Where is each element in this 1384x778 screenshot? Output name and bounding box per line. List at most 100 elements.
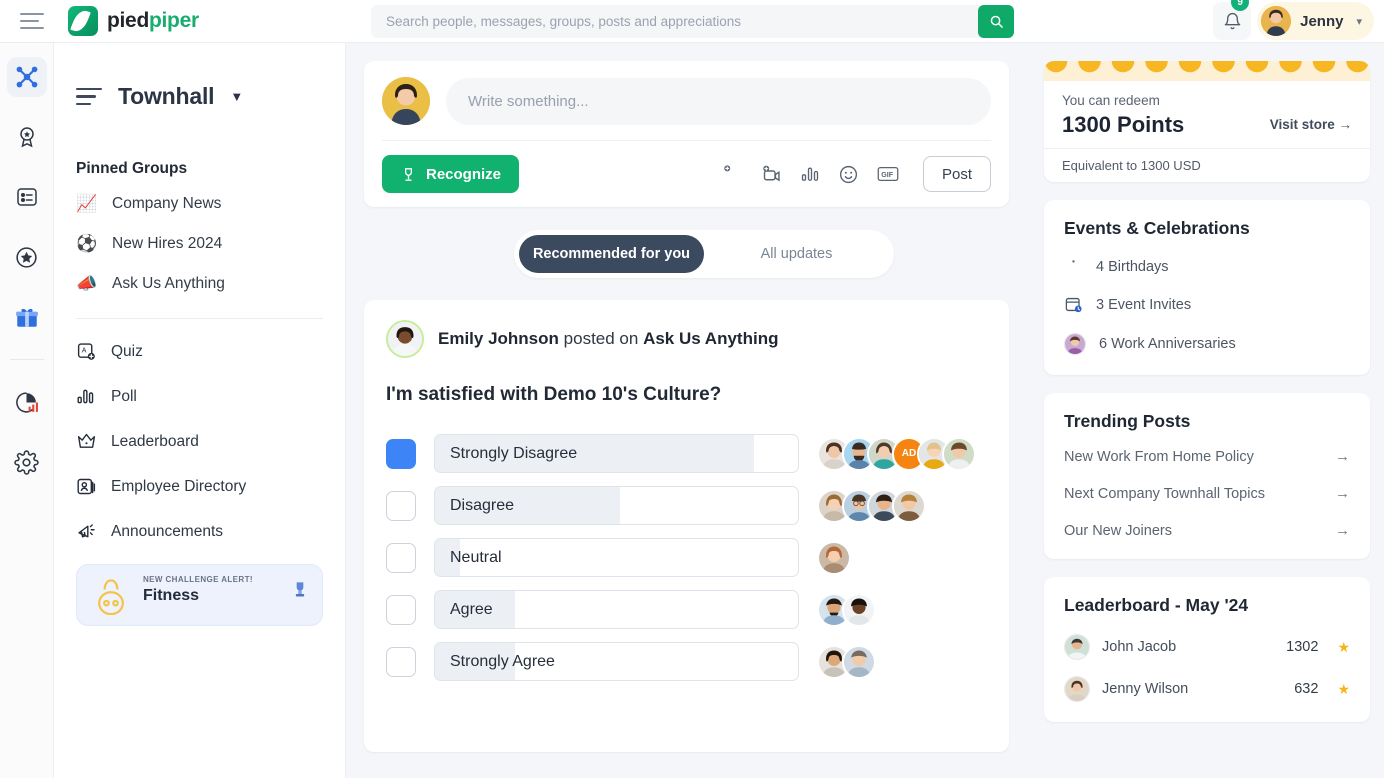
event-label: 4 Birthdays <box>1096 258 1169 275</box>
avatar <box>1261 6 1292 36</box>
arrow-right-icon: → <box>1335 448 1350 465</box>
voter-avatars[interactable]: AD <box>817 436 976 471</box>
poll-options: Strongly Disagree AD Disagree Neutral Ag… <box>386 434 987 681</box>
poll-option-row: Agree <box>386 590 987 629</box>
sidebar-item-announcements[interactable]: Announcements <box>76 521 323 542</box>
poll-bar-agree[interactable]: Agree <box>434 590 799 629</box>
townhall-header[interactable]: Townhall ▼ <box>76 43 323 110</box>
event-item-anniversaries[interactable]: 6 Work Anniversaries <box>1064 333 1350 355</box>
poll-option-row: Strongly Agree <box>386 642 987 681</box>
sidebar-item-label: Leaderboard <box>111 432 199 450</box>
tab-all-updates[interactable]: All updates <box>704 235 889 273</box>
chevron-down-icon[interactable]: ▼ <box>230 89 243 104</box>
trending-card: Trending Posts New Work From Home Policy… <box>1044 393 1370 559</box>
trophy-glyph <box>295 582 305 597</box>
poll-icon[interactable] <box>800 164 820 184</box>
search-icon <box>990 15 1003 28</box>
sidebar-item-leaderboard[interactable]: Leaderboard <box>76 431 323 452</box>
voter-avatars[interactable] <box>817 644 876 679</box>
composer-divider <box>382 140 991 141</box>
event-label: 6 Work Anniversaries <box>1099 336 1236 352</box>
add-video-icon[interactable] <box>761 164 782 185</box>
post-button[interactable]: Post <box>922 156 991 192</box>
trending-up-icon: 📈 <box>76 194 98 213</box>
poll-bar-disagree[interactable]: Disagree <box>434 486 799 525</box>
poll-checkbox-strongly-disagree[interactable] <box>386 438 416 469</box>
tab-recommended[interactable]: Recommended for you <box>519 235 704 273</box>
leaderboard-row[interactable]: John Jacob 1302 ★ <box>1064 634 1350 660</box>
rail-item-list[interactable] <box>7 177 47 217</box>
poll-option-label: Strongly Disagree <box>450 445 578 462</box>
points-card: You can redeem 1300 Points Visit store →… <box>1044 61 1370 182</box>
brand-logo[interactable]: piedpiper <box>68 6 199 36</box>
challenge-alert-label: NEW CHALLENGE ALERT! <box>143 575 253 584</box>
rail-item-gift[interactable] <box>7 297 47 337</box>
user-menu[interactable]: Jenny ▾ <box>1257 2 1374 40</box>
leaderboard-row[interactable]: Jenny Wilson 632 ★ <box>1064 676 1350 702</box>
poll-checkbox-strongly-agree[interactable] <box>386 646 416 677</box>
rail-item-network[interactable] <box>6 57 47 97</box>
rail-item-badge[interactable] <box>7 117 47 157</box>
group-item-ask-us-anything[interactable]: 📣 Ask Us Anything <box>76 274 323 294</box>
post-action-text: posted on <box>563 329 639 348</box>
sidebar-item-employee-directory[interactable]: Employee Directory <box>76 476 323 497</box>
event-item-invites[interactable]: 3 Event Invites <box>1064 295 1350 314</box>
poll-option-label: Disagree <box>450 497 515 514</box>
brand-text: piedpiper <box>107 9 199 33</box>
challenge-card[interactable]: NEW CHALLENGE ALERT! Fitness <box>76 564 323 626</box>
notifications-button[interactable]: 9 <box>1213 0 1252 40</box>
rail-item-settings[interactable] <box>7 442 47 482</box>
poll-bar-strongly-disagree[interactable]: Strongly Disagree <box>434 434 799 473</box>
trending-item[interactable]: New Work From Home Policy → <box>1064 448 1350 465</box>
post-group-name: Ask Us Anything <box>643 329 779 348</box>
leaderboard-name: Jenny Wilson <box>1102 681 1189 697</box>
recognize-button[interactable]: Recognize <box>382 155 520 193</box>
search-input[interactable] <box>371 5 1014 38</box>
group-item-new-hires[interactable]: ⚽ New Hires 2024 <box>76 234 323 254</box>
add-photo-icon[interactable] <box>722 164 743 185</box>
sidebar-divider <box>76 318 323 319</box>
avatar-image <box>388 322 422 356</box>
poll-checkbox-disagree[interactable] <box>386 490 416 521</box>
search-button[interactable] <box>978 5 1014 38</box>
quiz-icon: A <box>77 343 95 360</box>
event-item-birthdays[interactable]: 4 Birthdays <box>1064 257 1350 276</box>
sidebar-item-poll[interactable]: Poll <box>76 386 323 407</box>
leaderboard-name: John Jacob <box>1102 639 1177 655</box>
poll-checkbox-neutral[interactable] <box>386 542 416 573</box>
star-icon: ★ <box>1337 638 1350 655</box>
poll-bar-strongly-agree[interactable]: Strongly Agree <box>434 642 799 681</box>
visit-store-link[interactable]: Visit store → <box>1270 117 1352 132</box>
menu-toggle-icon[interactable] <box>20 13 44 29</box>
brand-first: pied <box>107 9 149 32</box>
emoji-icon[interactable] <box>838 164 859 185</box>
poll-option-label: Strongly Agree <box>450 653 555 670</box>
composer-input[interactable] <box>446 77 991 125</box>
rail-item-star[interactable] <box>7 237 47 277</box>
calendar-icon <box>1065 297 1082 313</box>
svg-text:GIF: GIF <box>881 171 893 179</box>
sidebar-item-quiz[interactable]: A Quiz <box>76 341 323 362</box>
poll-checkbox-agree[interactable] <box>386 594 416 625</box>
poll-bar-neutral[interactable]: Neutral <box>434 538 799 577</box>
poll-icon <box>77 389 94 404</box>
voter-avatars[interactable] <box>817 488 926 523</box>
events-list: 4 Birthdays 3 Event Invites 6 Work Anniv… <box>1064 257 1350 355</box>
group-item-company-news[interactable]: 📈 Company News <box>76 194 323 214</box>
trending-list: New Work From Home Policy → Next Company… <box>1064 448 1350 539</box>
trending-item[interactable]: Our New Joiners → <box>1064 522 1350 539</box>
gif-icon[interactable]: GIF <box>877 165 899 183</box>
voter-avatars[interactable] <box>817 540 851 575</box>
arrow-right-icon: → <box>1338 117 1353 132</box>
user-name: Jenny <box>1300 12 1344 30</box>
trending-label: Next Company Townhall Topics <box>1064 485 1265 502</box>
post-author-avatar[interactable] <box>386 320 424 358</box>
rail-item-analytics[interactable] <box>7 382 47 422</box>
cake-icon <box>1072 260 1075 263</box>
leaderboard-points: 632 <box>1294 681 1319 697</box>
icon-rail <box>0 43 54 778</box>
voter-avatars[interactable] <box>817 592 876 627</box>
search-area <box>371 5 1014 38</box>
trending-label: Our New Joiners <box>1064 522 1172 539</box>
trending-item[interactable]: Next Company Townhall Topics → <box>1064 485 1350 502</box>
